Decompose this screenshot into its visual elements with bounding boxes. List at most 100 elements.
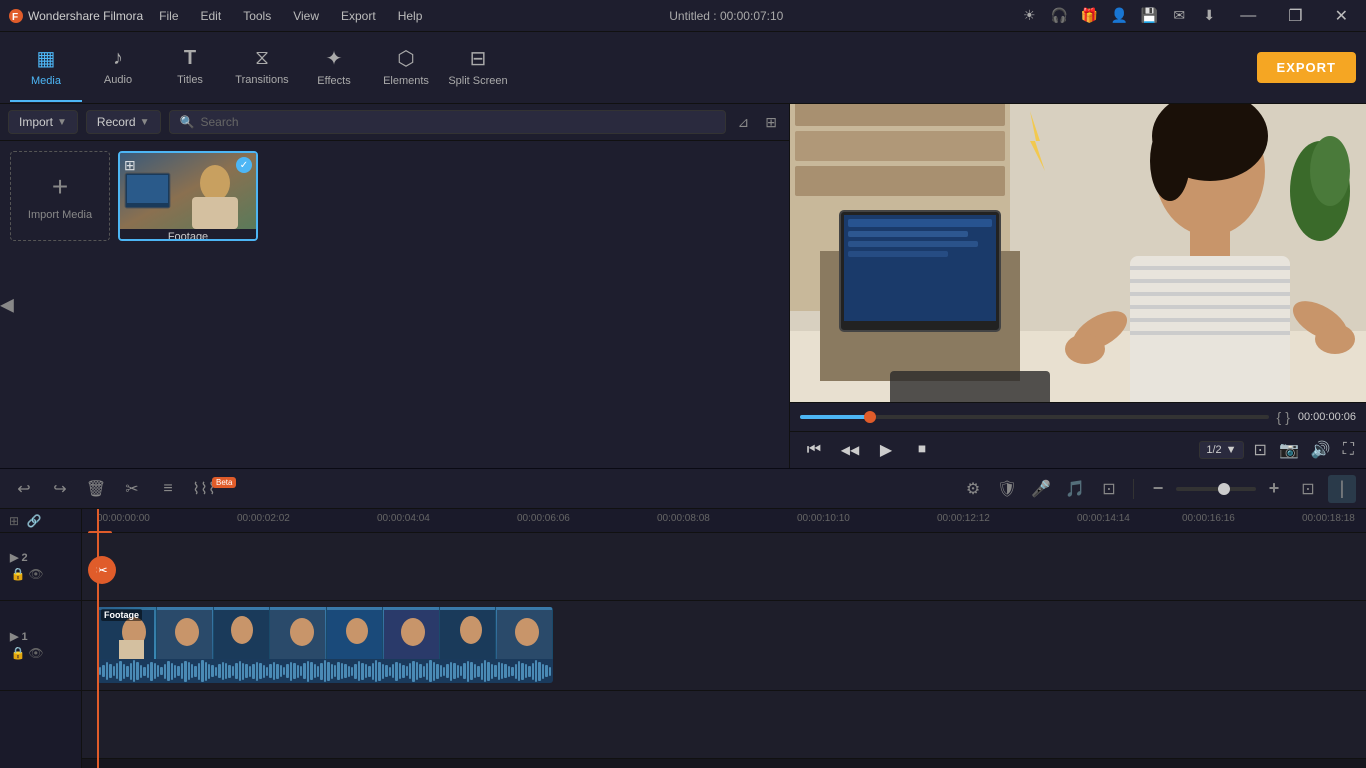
wave-bar — [402, 665, 404, 678]
zoom-slider[interactable] — [1176, 487, 1256, 491]
import-arrow-icon: ▼ — [57, 117, 67, 128]
screenshot-icon[interactable]: 📷 — [1277, 438, 1301, 462]
filter-icon[interactable]: ⊿ — [734, 112, 754, 133]
toolbar-transitions[interactable]: ⧖ Transitions — [226, 34, 298, 102]
clip-frame-0: Footage — [97, 607, 157, 663]
wave-bar — [412, 661, 414, 682]
delete-button[interactable]: 🗑 — [82, 475, 110, 503]
step-back-button[interactable]: ⏮ — [800, 436, 828, 464]
link-icon[interactable]: 🔗 — [26, 513, 42, 529]
wave-bar — [297, 665, 299, 678]
audio-settings-button[interactable]: ≡ — [154, 475, 182, 503]
notification-icon[interactable]: ☀ — [1020, 7, 1038, 25]
frame-back-button[interactable]: ◀◀ — [836, 436, 864, 464]
wave-bar — [300, 666, 302, 676]
menu-file[interactable]: File — [149, 7, 188, 25]
minimize-button[interactable]: — — [1230, 7, 1266, 25]
import-media-tile[interactable]: + Import Media — [10, 151, 110, 241]
wave-bar — [395, 662, 397, 681]
import-dropdown[interactable]: Import ▼ — [8, 110, 78, 134]
headset-icon[interactable]: 🎧 — [1050, 7, 1068, 25]
menu-view[interactable]: View — [283, 7, 329, 25]
wave-bar — [409, 663, 411, 679]
menu-help[interactable]: Help — [388, 7, 433, 25]
seek-bar[interactable] — [800, 415, 1269, 419]
record-voice-button[interactable]: 🎤 — [1027, 475, 1055, 503]
v1-visibility-icon[interactable]: 👁 — [28, 645, 44, 661]
gift-icon[interactable]: 🎁 — [1080, 7, 1098, 25]
auto-highlight-button[interactable]: 🛡 — [993, 475, 1021, 503]
mail-icon[interactable]: ✉ — [1170, 7, 1188, 25]
wave-bar — [177, 666, 179, 676]
wave-bar — [317, 666, 319, 677]
v2-lock-icon[interactable]: 🔒 — [10, 566, 26, 582]
playhead-line[interactable] — [97, 509, 99, 768]
seek-thumb[interactable] — [864, 411, 876, 423]
zoom-controls: − + — [1144, 475, 1288, 503]
grid-view-icon[interactable]: ⊞ — [761, 112, 781, 133]
footage-clip[interactable]: Footage — [97, 607, 553, 663]
effects-label: Effects — [317, 75, 350, 87]
playhead-scissors: ✂ — [88, 556, 116, 584]
wave-bar — [191, 664, 193, 678]
timeline-settings-button[interactable]: | — [1328, 475, 1356, 503]
wave-bar — [276, 664, 278, 679]
zoom-thumb[interactable] — [1218, 483, 1230, 495]
bracket-right-icon[interactable]: } — [1285, 409, 1290, 425]
add-music-button[interactable]: 🎵 — [1061, 475, 1089, 503]
restore-button[interactable]: ❐ — [1278, 6, 1312, 26]
toolbar-audio[interactable]: ♪ Audio — [82, 34, 154, 102]
panel-left-arrow[interactable]: ◀ — [0, 294, 14, 315]
cut-button[interactable]: ✂ — [118, 475, 146, 503]
wave-bar — [443, 667, 445, 676]
wave-bar — [389, 667, 391, 676]
toolbar-splitscreen[interactable]: ⊟ Split Screen — [442, 34, 514, 102]
export-button[interactable]: EXPORT — [1257, 52, 1356, 83]
user-icon[interactable]: 👤 — [1110, 7, 1128, 25]
close-button[interactable]: ✕ — [1325, 6, 1358, 26]
preview-full-icon[interactable]: ⊡ — [1252, 438, 1269, 462]
wave-bar — [194, 666, 196, 677]
menu-tools[interactable]: Tools — [233, 7, 281, 25]
toolbar-elements[interactable]: ⬡ Elements — [370, 34, 442, 102]
menu-export[interactable]: Export — [331, 7, 386, 25]
audio-preview-icon[interactable]: 🔊 — [1309, 438, 1333, 462]
snap-icon[interactable]: ⊞ — [6, 513, 22, 529]
wave-bar — [143, 667, 145, 676]
v1-lock-icon[interactable]: 🔒 — [10, 645, 26, 661]
record-dropdown[interactable]: Record ▼ — [86, 110, 161, 134]
clip-label: Footage — [101, 609, 142, 621]
download-icon[interactable]: ⬇ — [1200, 7, 1218, 25]
wave-bar — [211, 665, 213, 677]
toolbar-titles[interactable]: T Titles — [154, 34, 226, 102]
wave-bar — [133, 660, 135, 682]
undo-button[interactable]: ↩ — [10, 475, 38, 503]
save-icon[interactable]: 💾 — [1140, 7, 1158, 25]
expand-preview-icon[interactable]: ⛶ — [1341, 439, 1356, 461]
resolution-selector[interactable]: 1/2 ▼ — [1199, 441, 1243, 459]
bracket-left-icon[interactable]: { — [1277, 409, 1282, 425]
v2-visibility-icon[interactable]: 👁 — [28, 566, 44, 582]
stop-button[interactable]: ⏹ — [908, 436, 936, 464]
menu-edit[interactable]: Edit — [191, 7, 232, 25]
zoom-in-button[interactable]: + — [1260, 475, 1288, 503]
clip-frame-6 — [440, 607, 497, 663]
fit-timeline-button[interactable]: ⊡ — [1294, 475, 1322, 503]
v2-controls: ▶ 2 🔒 👁 — [6, 533, 48, 600]
play-button[interactable]: ▶ — [872, 436, 900, 464]
footage-tile[interactable]: ✓ ⊞ Footage — [118, 151, 258, 241]
scene-detect-button[interactable]: ⚙ — [959, 475, 987, 503]
crop-button[interactable]: ⊡ — [1095, 475, 1123, 503]
wave-bar — [225, 663, 227, 679]
zoom-out-button[interactable]: − — [1144, 475, 1172, 503]
wave-bar — [154, 663, 156, 679]
audio-waveform-clip[interactable] — [97, 659, 553, 683]
wave-bar — [123, 664, 125, 679]
redo-button[interactable]: ↪ — [46, 475, 74, 503]
wave-bar — [450, 662, 452, 681]
wave-bar — [150, 662, 152, 681]
clip-frame-3 — [270, 607, 327, 663]
toolbar-effects[interactable]: ✦ Effects — [298, 34, 370, 102]
titles-icon: T — [184, 47, 196, 70]
toolbar-media[interactable]: ▦ Media — [10, 34, 82, 102]
